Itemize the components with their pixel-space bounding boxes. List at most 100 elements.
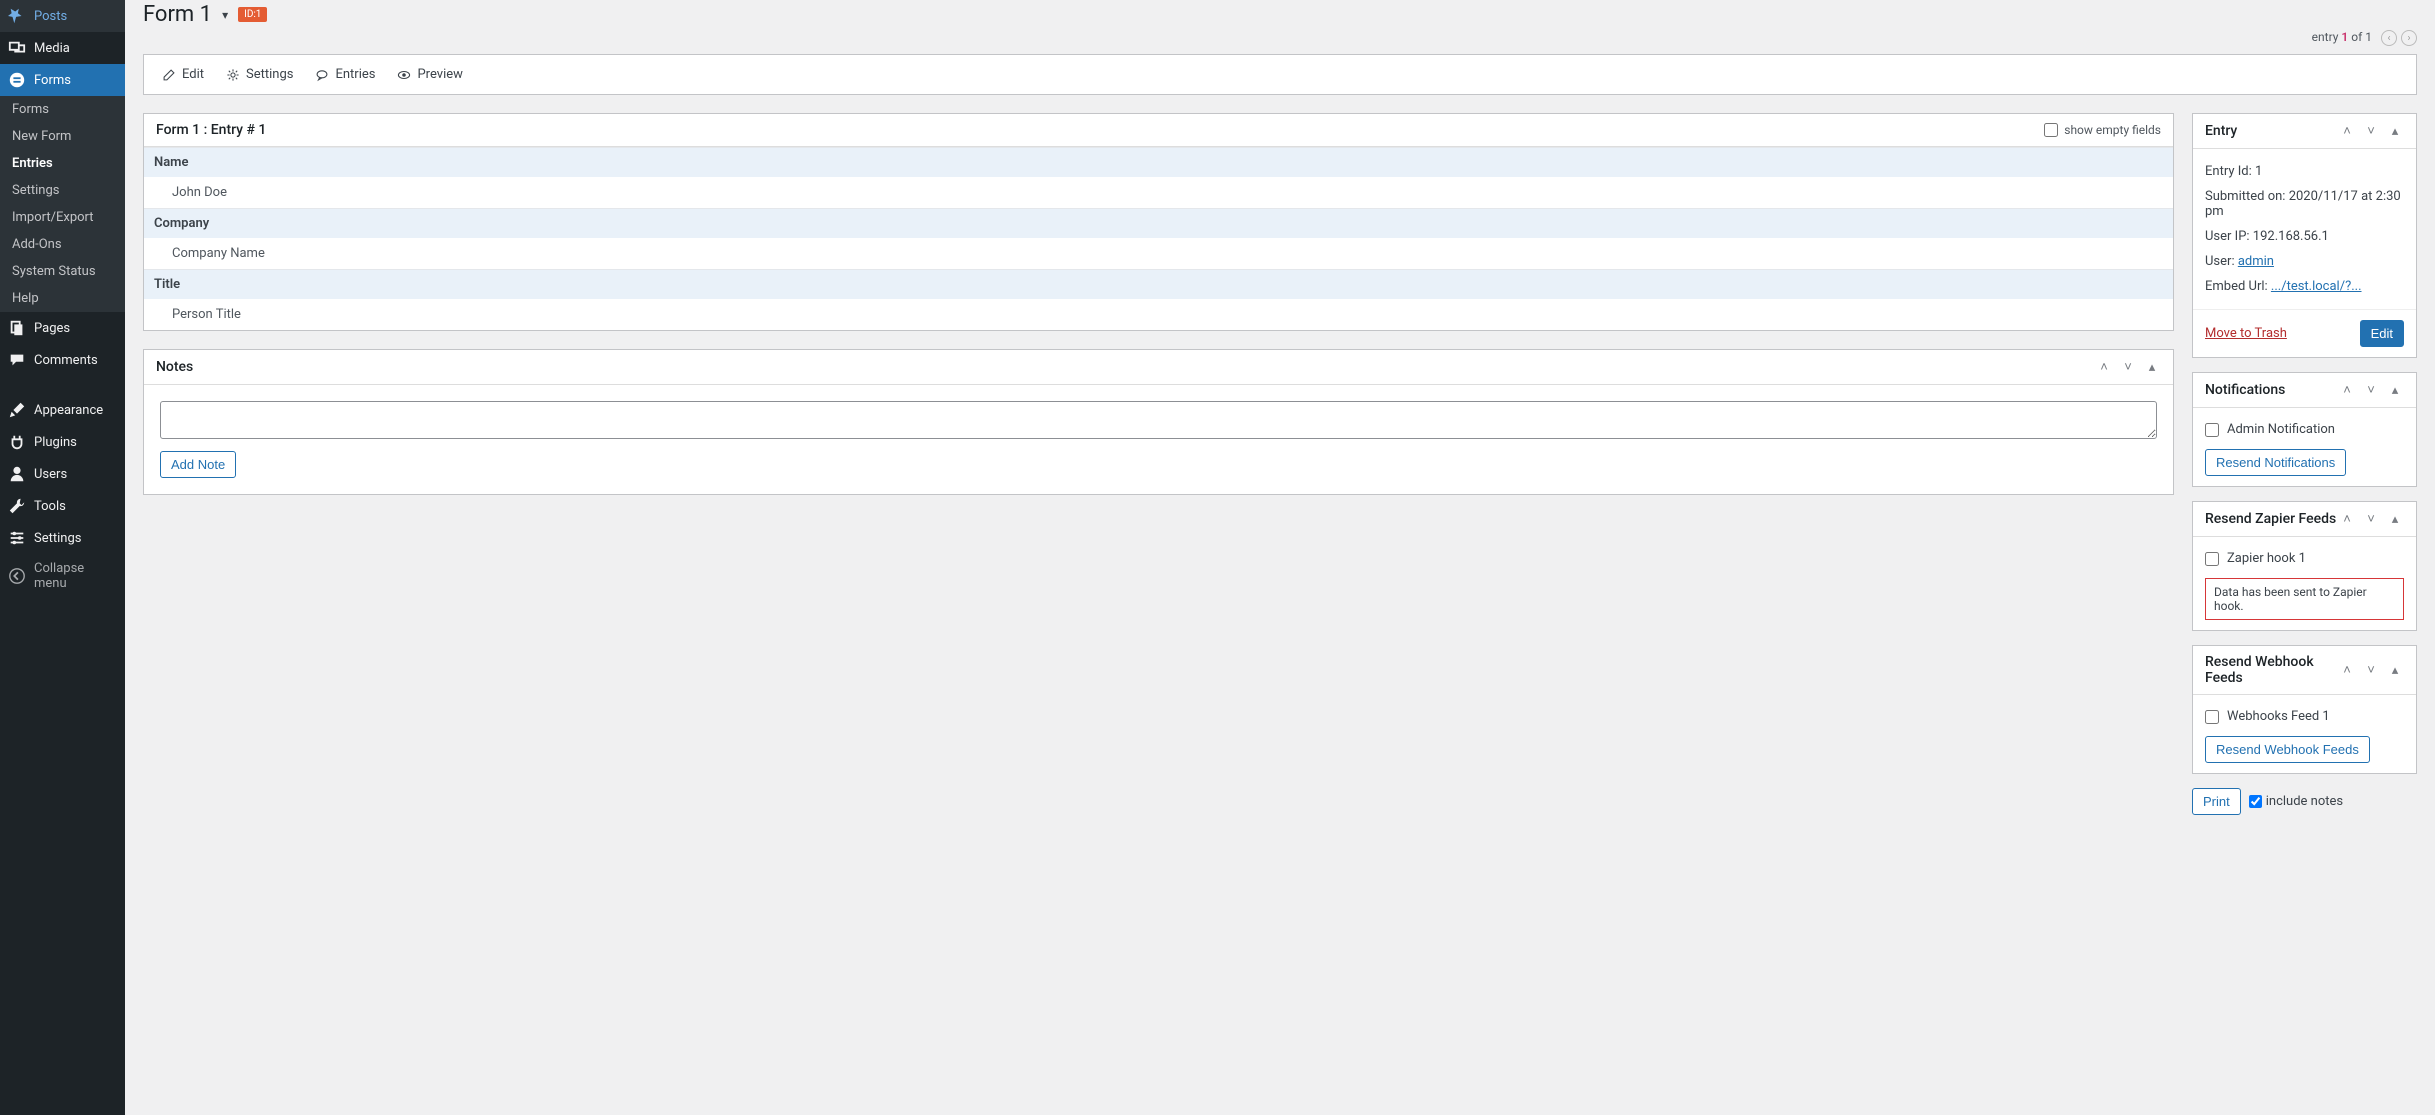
menu-appearance[interactable]: Appearance	[0, 394, 125, 426]
zapier-status-message: Data has been sent to Zapier hook.	[2205, 578, 2404, 620]
field-value: Person Title	[144, 299, 2173, 330]
notes-panel: Notes ˄ ˅ ▴ Add Note	[143, 349, 2174, 495]
wrench-icon	[8, 497, 26, 515]
collapse-icon[interactable]: ▴	[2143, 358, 2161, 376]
move-to-trash-link[interactable]: Move to Trash	[2205, 326, 2287, 341]
form-switcher[interactable]: ▾	[222, 8, 228, 22]
field-label: Company	[144, 209, 2173, 239]
main-content: Form 1 ▾ ID:1 entry 1 of 1 ‹ › Edit Sett…	[125, 0, 2435, 1115]
submenu-import-export[interactable]: Import/Export	[0, 204, 125, 231]
submenu-forms: Forms New Form Entries Settings Import/E…	[0, 96, 125, 312]
show-empty-toggle[interactable]: show empty fields	[2044, 123, 2161, 137]
tab-settings[interactable]: Settings	[224, 55, 295, 94]
edit-icon	[162, 68, 176, 82]
notes-title: Notes	[156, 359, 193, 375]
note-input[interactable]	[160, 401, 2157, 439]
pages-icon	[8, 319, 26, 337]
zapier-panel: Resend Zapier Feeds ˄ ˅ ▴ Zapier hook 1 …	[2192, 501, 2417, 631]
user-icon	[8, 465, 26, 483]
print-button[interactable]: Print	[2192, 788, 2241, 815]
submenu-help[interactable]: Help	[0, 285, 125, 312]
resend-webhook-button[interactable]: Resend Webhook Feeds	[2205, 736, 2370, 763]
entry-pager: entry 1 of 1 ‹ ›	[143, 27, 2417, 54]
webhook-panel: Resend Webhook Feeds ˄ ˅ ▴ Webhooks Feed…	[2192, 645, 2417, 774]
move-up-icon[interactable]: ˄	[2338, 661, 2356, 679]
menu-collapse[interactable]: Collapse menu	[0, 554, 125, 598]
move-up-icon[interactable]: ˄	[2338, 122, 2356, 140]
entry-details-title: Form 1 : Entry # 1	[156, 122, 266, 138]
media-icon	[8, 39, 26, 57]
include-notes-checkbox[interactable]	[2249, 795, 2262, 808]
submenu-new-form[interactable]: New Form	[0, 123, 125, 150]
menu-plugins[interactable]: Plugins	[0, 426, 125, 458]
menu-label: Pages	[34, 321, 70, 336]
collapse-icon[interactable]: ▴	[2386, 381, 2404, 399]
entry-details-panel: Form 1 : Entry # 1 show empty fields Nam…	[143, 113, 2174, 331]
menu-label: Comments	[34, 353, 98, 368]
menu-label: Users	[34, 467, 67, 482]
menu-posts[interactable]: Posts	[0, 0, 125, 32]
brush-icon	[8, 401, 26, 419]
menu-label: Posts	[34, 9, 67, 24]
entry-meta-panel: Entry ˄ ˅ ▴ Entry Id: 1 Submitted on: 20…	[2192, 113, 2417, 358]
move-up-icon[interactable]: ˄	[2338, 381, 2356, 399]
collapse-icon[interactable]: ▴	[2386, 122, 2404, 140]
page-header: Form 1 ▾ ID:1	[143, 0, 2417, 27]
entry-embed-link[interactable]: .../test.local/?...	[2271, 279, 2362, 294]
entry-fields-table: Name John Doe Company Company Name Title…	[144, 147, 2173, 330]
submenu-forms-list[interactable]: Forms	[0, 96, 125, 123]
move-down-icon[interactable]: ˅	[2362, 381, 2380, 399]
pager-next[interactable]: ›	[2401, 30, 2417, 46]
add-note-button[interactable]: Add Note	[160, 451, 236, 478]
form-tabs: Edit Settings Entries Preview	[143, 54, 2417, 95]
submenu-system-status[interactable]: System Status	[0, 258, 125, 285]
menu-forms[interactable]: Forms	[0, 64, 125, 96]
edit-entry-button[interactable]: Edit	[2360, 320, 2404, 347]
forms-icon	[8, 71, 26, 89]
gear-icon	[226, 68, 240, 82]
menu-tools[interactable]: Tools	[0, 490, 125, 522]
menu-pages[interactable]: Pages	[0, 312, 125, 344]
form-id-badge: ID:1	[238, 7, 267, 22]
menu-label: Forms	[34, 73, 71, 88]
move-up-icon[interactable]: ˄	[2338, 510, 2356, 528]
menu-users[interactable]: Users	[0, 458, 125, 490]
menu-label: Settings	[34, 531, 81, 546]
menu-media[interactable]: Media	[0, 32, 125, 64]
notifications-panel: Notifications ˄ ˅ ▴ Admin Notification R…	[2192, 372, 2417, 487]
print-controls: Print include notes	[2192, 788, 2417, 815]
menu-comments[interactable]: Comments	[0, 344, 125, 376]
field-value: Company Name	[144, 238, 2173, 270]
bubble-icon	[315, 68, 329, 82]
zapier-feed-checkbox[interactable]	[2205, 552, 2219, 566]
menu-label: Collapse menu	[34, 561, 117, 591]
move-down-icon[interactable]: ˅	[2119, 358, 2137, 376]
pager-prev[interactable]: ‹	[2381, 30, 2397, 46]
menu-label: Plugins	[34, 435, 77, 450]
tab-edit[interactable]: Edit	[160, 55, 206, 94]
pin-icon	[8, 7, 26, 25]
move-down-icon[interactable]: ˅	[2362, 661, 2380, 679]
menu-settings[interactable]: Settings	[0, 522, 125, 554]
entry-user-link[interactable]: admin	[2238, 254, 2274, 269]
submenu-addons[interactable]: Add-Ons	[0, 231, 125, 258]
include-notes-toggle[interactable]: include notes	[2249, 794, 2343, 809]
comments-icon	[8, 351, 26, 369]
plug-icon	[8, 433, 26, 451]
submenu-settings[interactable]: Settings	[0, 177, 125, 204]
move-up-icon[interactable]: ˄	[2095, 358, 2113, 376]
resend-notifications-button[interactable]: Resend Notifications	[2205, 449, 2346, 476]
move-down-icon[interactable]: ˅	[2362, 510, 2380, 528]
tab-entries[interactable]: Entries	[313, 55, 377, 94]
submenu-entries[interactable]: Entries	[0, 150, 125, 177]
collapse-icon[interactable]: ▴	[2386, 661, 2404, 679]
page-title: Form 1	[143, 2, 212, 27]
move-down-icon[interactable]: ˅	[2362, 122, 2380, 140]
show-empty-checkbox[interactable]	[2044, 123, 2058, 137]
field-label: Name	[144, 148, 2173, 178]
webhook-feed-checkbox[interactable]	[2205, 710, 2219, 724]
entry-meta-title: Entry	[2205, 123, 2237, 139]
notification-checkbox[interactable]	[2205, 423, 2219, 437]
tab-preview[interactable]: Preview	[395, 55, 464, 94]
collapse-icon[interactable]: ▴	[2386, 510, 2404, 528]
